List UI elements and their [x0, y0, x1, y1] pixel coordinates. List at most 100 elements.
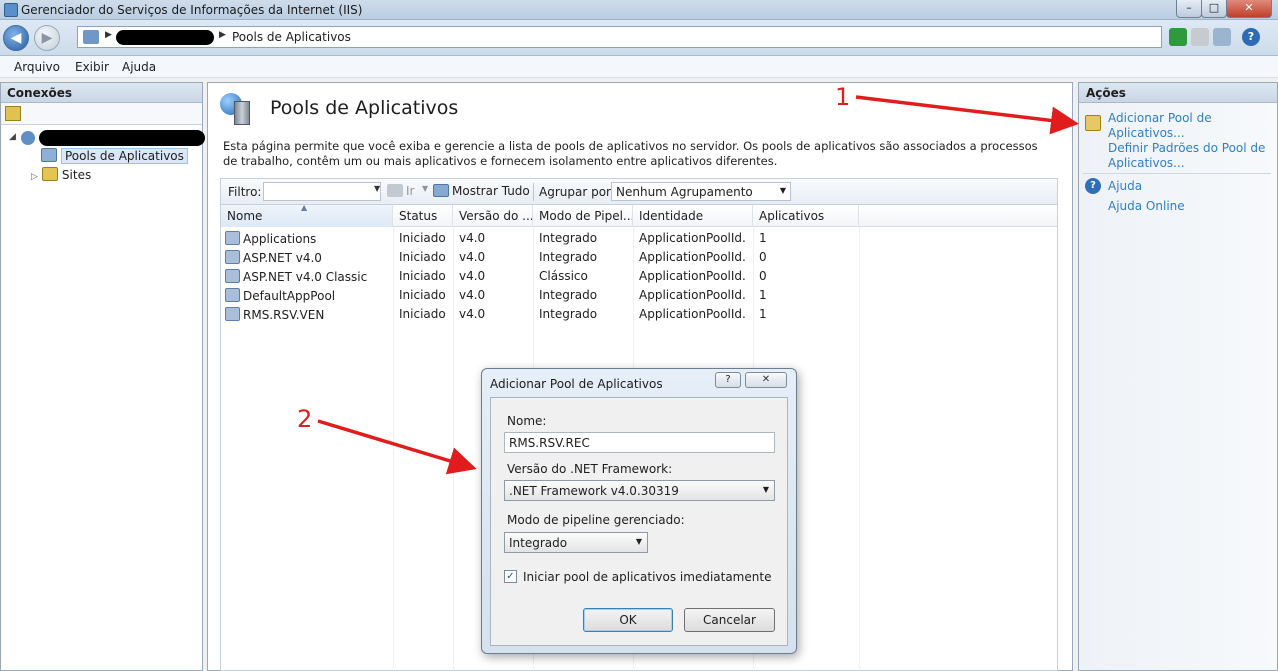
menu-view[interactable]: Exibir	[75, 60, 109, 74]
window-title: Gerenciador do Serviços de Informações d…	[21, 3, 363, 17]
show-all-label: Mostrar Tudo	[452, 184, 530, 198]
title-bar: Gerenciador do Serviços de Informações d…	[0, 0, 1278, 20]
table-row[interactable]: DefaultAppPool Iniciado v4.0 Integrado A…	[221, 286, 1057, 305]
column-header-status[interactable]: Status	[393, 205, 453, 227]
cell-name: DefaultAppPool	[225, 288, 335, 303]
help-link[interactable]: Ajuda	[1108, 179, 1142, 194]
annotation-number-2: 2	[297, 405, 313, 433]
cell-applications: 0	[759, 250, 767, 264]
cell-pipeline: Integrado	[539, 288, 598, 302]
tree-item-label: Sites	[61, 168, 92, 182]
ok-button[interactable]: OK	[583, 608, 673, 632]
cell-version: v4.0	[459, 231, 486, 245]
tree-item-app-pools[interactable]: Pools de Aplicativos	[41, 148, 188, 166]
back-button[interactable]: ◀	[3, 25, 29, 51]
column-header-version[interactable]: Versão do ...	[453, 205, 533, 227]
pipeline-mode-select[interactable]: Integrado ▼	[504, 532, 648, 553]
dialog-help-button[interactable]: ?	[715, 372, 741, 388]
actions-panel: Ações Adicionar Pool de Aplicativos... D…	[1078, 82, 1278, 671]
cell-identity: ApplicationPoolId...	[639, 250, 747, 264]
dropdown-arrow-icon: ▼	[635, 537, 642, 546]
cell-pipeline: Integrado	[539, 307, 598, 321]
page-description: Esta página permite que você exiba e ger…	[223, 139, 1038, 168]
column-header-name[interactable]: ▲ Nome	[221, 205, 393, 227]
online-help-link[interactable]: Ajuda Online	[1108, 199, 1185, 214]
column-header-identity[interactable]: Identidade	[633, 205, 753, 227]
tree-server-node[interactable]: ◢	[9, 130, 205, 148]
refresh-icon[interactable]	[1169, 28, 1187, 46]
filter-input[interactable]	[263, 182, 381, 201]
cell-applications: 1	[759, 307, 767, 321]
menu-help[interactable]: Ajuda	[122, 60, 156, 74]
cell-pipeline: Integrado	[539, 231, 598, 245]
show-all-icon	[433, 184, 449, 197]
cell-version: v4.0	[459, 288, 486, 302]
server-icon	[21, 131, 35, 145]
cell-identity: ApplicationPoolId...	[639, 269, 747, 283]
cell-applications: 1	[759, 288, 767, 302]
column-header-applications[interactable]: Aplicativos	[753, 205, 859, 227]
cell-applications: 1	[759, 231, 767, 245]
pipeline-mode-value: Integrado	[509, 536, 568, 550]
home-icon[interactable]	[1213, 28, 1231, 46]
cell-name: RMS.RSV.VEN	[225, 307, 324, 322]
go-button[interactable]: Ir	[387, 184, 414, 198]
framework-version-value: .NET Framework v4.0.30319	[509, 484, 679, 498]
minimize-button[interactable]: –	[1176, 0, 1202, 18]
pipeline-mode-label: Modo de pipeline gerenciado:	[507, 513, 685, 527]
cell-pipeline: Clássico	[539, 269, 588, 283]
maximize-button[interactable]: □	[1201, 0, 1227, 18]
table-row[interactable]: Applications Iniciado v4.0 Integrado App…	[221, 229, 1057, 248]
start-immediately-checkbox[interactable]: ✓	[504, 570, 517, 583]
table-row[interactable]: RMS.RSV.VEN Iniciado v4.0 Integrado Appl…	[221, 305, 1057, 324]
show-all-button[interactable]: Mostrar Tudo	[433, 184, 530, 198]
actions-title: Ações	[1079, 83, 1277, 103]
app-pool-icon	[225, 231, 240, 245]
cell-identity: ApplicationPoolId...	[639, 288, 747, 302]
actions-list: Adicionar Pool de Aplicativos... Definir…	[1079, 103, 1277, 670]
cancel-button[interactable]: Cancelar	[684, 608, 775, 632]
column-header-pipeline[interactable]: Modo de Pipel...	[533, 205, 633, 227]
sort-ascending-icon: ▲	[301, 205, 308, 212]
cell-identity: ApplicationPoolId...	[639, 307, 747, 321]
dropdown-arrow-icon: ▼	[779, 186, 786, 195]
expand-icon[interactable]: ▷	[31, 172, 38, 182]
tree-item-sites[interactable]: ▷ Sites	[31, 167, 91, 185]
filter-dropdown-icon[interactable]: ▼	[374, 184, 380, 193]
breadcrumb-separator-icon[interactable]: ▶	[219, 30, 226, 40]
collapse-icon[interactable]: ◢	[9, 132, 16, 142]
go-dropdown-icon[interactable]: ▼	[422, 184, 428, 193]
server-icon	[83, 30, 99, 44]
close-window-button[interactable]: ✕	[1226, 0, 1272, 18]
table-row[interactable]: ASP.NET v4.0 Iniciado v4.0 Integrado App…	[221, 248, 1057, 267]
breadcrumb-separator-icon[interactable]: ▶	[105, 30, 112, 40]
cell-version: v4.0	[459, 307, 486, 321]
dialog-body: Nome: RMS.RSV.REC Versão do .NET Framewo…	[490, 397, 788, 646]
breadcrumb-current[interactable]: Pools de Aplicativos	[232, 30, 351, 44]
cell-status: Iniciado	[399, 269, 446, 283]
help-icon[interactable]: ?	[1242, 28, 1260, 46]
group-by-value: Nenhum Agrupamento	[616, 185, 753, 199]
start-immediately-label[interactable]: Iniciar pool de aplicativos imediatament…	[523, 570, 771, 584]
dialog-close-button[interactable]: ✕	[745, 372, 787, 388]
menu-file[interactable]: Arquivo	[14, 60, 60, 74]
connect-icon[interactable]	[5, 106, 21, 121]
app-pool-icon	[225, 288, 240, 302]
group-by-select[interactable]: Nenhum Agrupamento ▼	[611, 182, 791, 201]
forward-button[interactable]: ▶	[34, 25, 60, 51]
table-row[interactable]: ASP.NET v4.0 Classic Iniciado v4.0 Cláss…	[221, 267, 1057, 286]
breadcrumb[interactable]: ▶ ▶ Pools de Aplicativos	[77, 26, 1162, 48]
annotation-number-1: 1	[835, 83, 851, 111]
add-app-pool-link[interactable]: Adicionar Pool de Aplicativos...	[1108, 111, 1268, 141]
connections-panel: Conexões ◢ Pools de Aplicativos ▷ Sites	[0, 82, 205, 671]
cell-name: Applications	[225, 231, 316, 246]
address-bar: ◀ ▶ ▶ ▶ Pools de Aplicativos	[0, 20, 1278, 56]
cell-version: v4.0	[459, 269, 486, 283]
stop-icon[interactable]	[1191, 28, 1209, 46]
cell-status: Iniciado	[399, 250, 446, 264]
framework-version-label: Versão do .NET Framework:	[507, 462, 673, 476]
set-pool-defaults-link[interactable]: Definir Padrões do Pool de Aplicativos..…	[1108, 141, 1268, 171]
binoculars-icon	[387, 184, 403, 197]
framework-version-select[interactable]: .NET Framework v4.0.30319 ▼	[504, 480, 775, 501]
pool-name-input[interactable]: RMS.RSV.REC	[504, 432, 775, 453]
